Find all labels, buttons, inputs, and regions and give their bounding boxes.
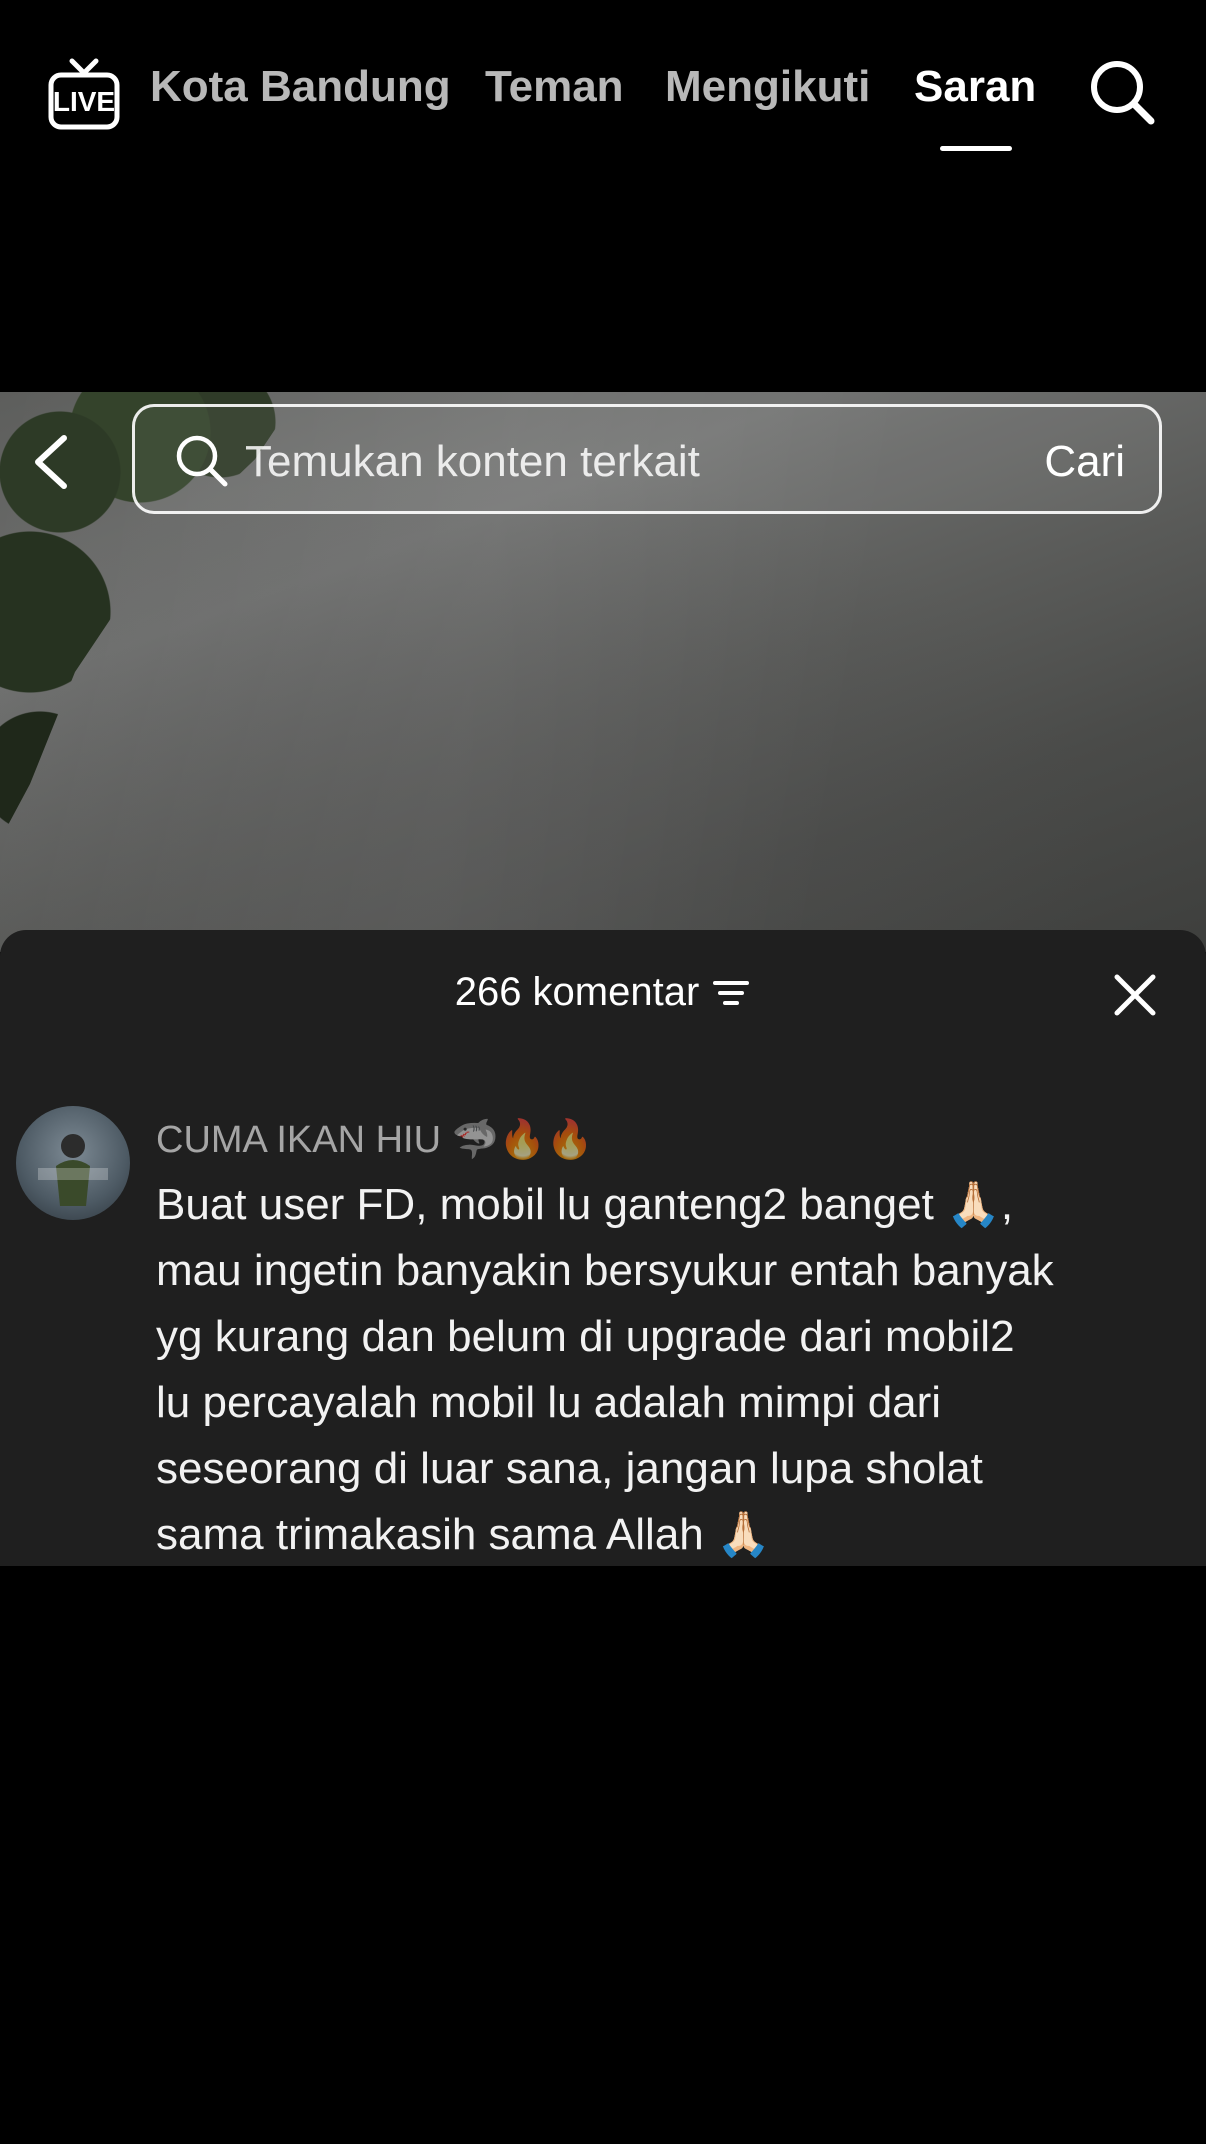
- svg-text:LIVE: LIVE: [53, 86, 115, 117]
- live-tv-icon[interactable]: LIVE: [48, 55, 120, 131]
- comment-username[interactable]: CUMA IKAN HIU 🦈🔥🔥: [156, 1118, 594, 1162]
- avatar[interactable]: [16, 1106, 130, 1220]
- tab-saran[interactable]: Saran: [914, 62, 1036, 112]
- close-icon: [1114, 974, 1156, 1016]
- related-search-input[interactable]: Temukan konten terkait Cari: [132, 404, 1162, 514]
- search-icon[interactable]: [1088, 58, 1156, 126]
- comments-header: 266 komentar: [0, 970, 1206, 1030]
- comment-text: Buat user FD, mobil lu ganteng2 banget 🙏…: [156, 1180, 1054, 1559]
- comments-panel: 266 komentar CUMA IKAN HIU 🦈🔥🔥 Buat user…: [0, 930, 1206, 1566]
- sort-filter-icon[interactable]: [711, 976, 751, 1010]
- close-comments-button[interactable]: [1112, 972, 1158, 1018]
- chevron-left-icon: [35, 435, 67, 489]
- search-submit-button[interactable]: Cari: [1044, 437, 1125, 487]
- top-navigation: LIVE Kota Bandung Teman Mengikuti Saran: [0, 0, 1206, 170]
- search-icon: [173, 432, 229, 488]
- tab-kota-bandung[interactable]: Kota Bandung: [150, 62, 451, 112]
- active-tab-indicator: [940, 146, 1012, 151]
- tab-mengikuti[interactable]: Mengikuti: [665, 62, 870, 112]
- tab-teman[interactable]: Teman: [485, 62, 624, 112]
- comment-count: 266 komentar: [454, 970, 700, 1014]
- search-placeholder: Temukan konten terkait: [245, 437, 700, 486]
- back-button[interactable]: [26, 432, 74, 492]
